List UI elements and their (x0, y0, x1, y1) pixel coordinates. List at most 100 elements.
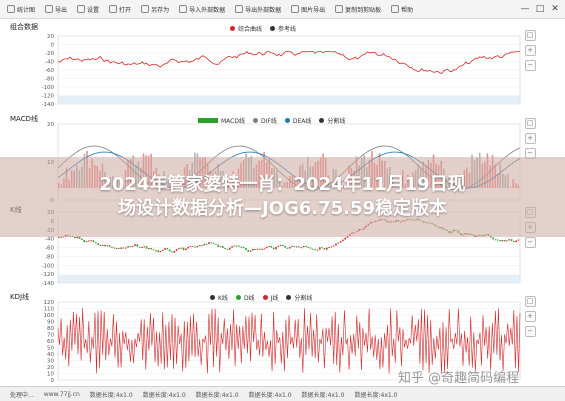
candlestick (229, 248, 231, 250)
candlestick (294, 246, 296, 247)
candlestick (344, 238, 346, 240)
candlestick (222, 246, 224, 248)
candlestick (206, 244, 208, 245)
candlestick (164, 248, 166, 250)
candlestick (236, 246, 238, 247)
candlestick (342, 240, 344, 242)
candlestick (247, 250, 249, 252)
y-tick-label: 20 (47, 34, 54, 40)
candlestick (150, 248, 152, 249)
candlestick (107, 245, 109, 246)
candlestick (130, 246, 132, 247)
candlestick (210, 242, 212, 243)
candlestick (104, 245, 106, 247)
candlestick (271, 246, 273, 248)
candlestick (338, 243, 340, 244)
y-tick-label: -140 (42, 102, 55, 108)
candlestick (171, 252, 173, 253)
candlestick (282, 245, 284, 246)
candlestick (287, 248, 289, 249)
status-text: 数据长度:4x1.0 (90, 390, 133, 399)
candlestick (508, 239, 510, 240)
candlestick (328, 247, 330, 248)
candlestick (90, 240, 92, 241)
candlestick (289, 247, 291, 249)
candlestick (74, 237, 76, 238)
candlestick (319, 247, 321, 249)
candlestick (109, 245, 111, 247)
y-tick-label: -80 (45, 77, 54, 83)
y-tick-label: -120 (42, 272, 55, 278)
candlestick (243, 247, 245, 248)
candlestick (220, 246, 222, 247)
candlestick (280, 245, 282, 246)
candlestick (275, 247, 277, 249)
candlestick (167, 248, 169, 249)
candlestick (100, 245, 102, 246)
candlestick (123, 247, 125, 248)
y-tick-label: 20 (47, 122, 54, 128)
y-tick-label: -40 (45, 60, 54, 66)
candlestick (317, 250, 319, 251)
expand-button[interactable]: □ (525, 118, 536, 129)
zoom-out-button[interactable]: − (525, 60, 536, 71)
y-tick-label: -80 (45, 254, 54, 260)
candlestick (137, 244, 139, 246)
candlestick (208, 242, 210, 244)
watermark-text: 知乎 @奇趣简码编程 (398, 367, 519, 386)
status-text: 数据长度:4x1.0 (249, 390, 292, 399)
y-tick-label: -20 (45, 51, 54, 57)
candlestick (506, 240, 508, 241)
y-tick-label: -100 (42, 85, 55, 91)
y-tick-label: 110 (44, 307, 55, 313)
candlestick (497, 240, 499, 241)
candlestick (160, 251, 162, 252)
candlestick (116, 248, 118, 249)
y-tick-label: 80 (47, 326, 54, 332)
candlestick (88, 240, 90, 241)
candlestick (224, 248, 226, 249)
candlestick (125, 248, 127, 249)
candlestick (217, 245, 219, 247)
candlestick (312, 249, 314, 250)
candlestick (231, 246, 233, 248)
zoom-in-button[interactable]: + (525, 311, 536, 322)
candlestick (146, 246, 148, 248)
candlestick (259, 249, 261, 250)
candlestick (197, 246, 199, 247)
candlestick (245, 248, 247, 250)
candlestick (495, 239, 497, 240)
y-tick-label: 70 (47, 333, 54, 339)
candlestick (81, 239, 83, 240)
expand-button[interactable]: □ (525, 296, 536, 307)
candlestick (141, 247, 143, 248)
candlestick (148, 248, 150, 249)
zoom-out-button[interactable]: − (525, 326, 536, 337)
title-banner: 2024年管家婆特一肖：2024年11月19日现 场设计数据分析—JOG6.75… (0, 157, 565, 237)
candlestick (254, 249, 256, 250)
candlestick (303, 246, 305, 247)
status-bar: 处理中... www.77jj.cn 数据长度:4x1.0 数据长度:4x1.0… (0, 386, 565, 401)
zoom-out-button[interactable]: − (525, 237, 536, 248)
candlestick (185, 248, 187, 250)
combo-side-controls: □ + − (524, 30, 536, 75)
expand-button[interactable]: □ (525, 30, 536, 41)
banner-line-1: 2024年管家婆特一肖：2024年11月19日现 (99, 173, 465, 197)
y-tick-label: -140 (42, 281, 55, 287)
candlestick (261, 249, 263, 250)
candlestick (143, 246, 145, 247)
zoom-in-button[interactable]: + (525, 133, 536, 144)
candlestick (335, 244, 337, 246)
status-text: 数据长度:4x1.0 (302, 390, 345, 399)
candlestick (273, 248, 275, 250)
status-text: www.77jj.cn (44, 391, 80, 398)
candlestick (238, 246, 240, 247)
zoom-in-button[interactable]: + (525, 45, 536, 56)
candlestick (118, 248, 120, 249)
status-text: 处理中... (10, 390, 34, 399)
candlestick (511, 239, 513, 241)
candlestick (132, 246, 134, 247)
candlestick (268, 246, 270, 247)
candlestick (157, 250, 159, 252)
y-tick-label: 50 (47, 346, 54, 352)
